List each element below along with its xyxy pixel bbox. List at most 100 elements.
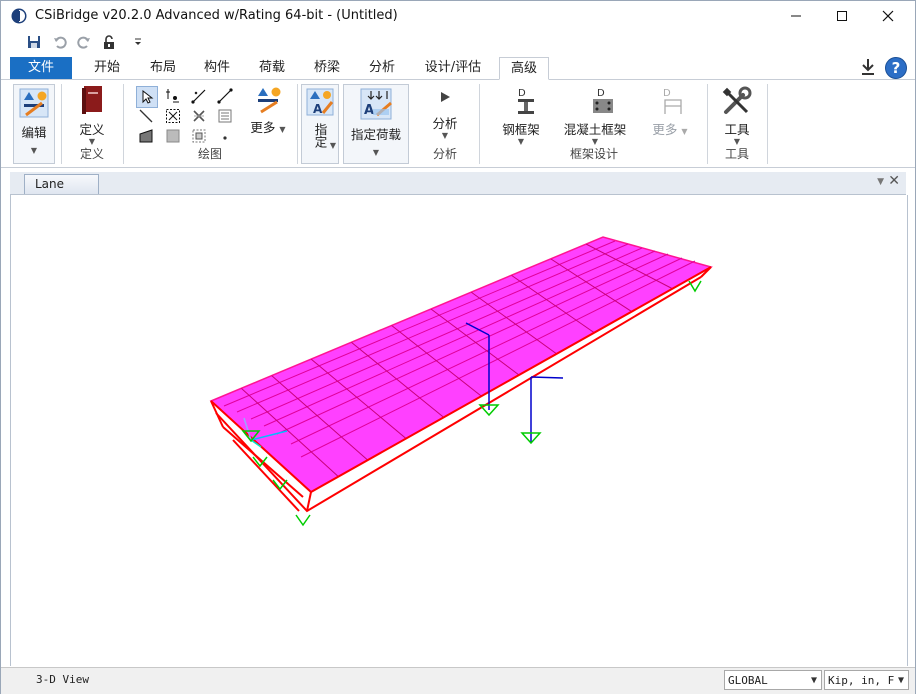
coordinate-system-select[interactable]: GLOBAL ▼ [724, 670, 822, 690]
tab-design-rating[interactable]: 设计/评估 [415, 57, 491, 79]
tab-file[interactable]: 文件 [10, 57, 72, 79]
customize-toolbar-button[interactable] [129, 33, 147, 51]
window-title: CSiBridge v20.2.0 Advanced w/Rating 64-b… [35, 8, 398, 23]
shapes-icon [258, 87, 281, 114]
save-button[interactable] [25, 33, 43, 51]
tab-list-button[interactable]: ▼ [877, 177, 884, 187]
chevron-down-icon: ▼ [372, 148, 380, 157]
chevron-down-icon: ▼ [810, 675, 817, 686]
tab-loads[interactable]: 荷载 [248, 57, 296, 79]
group-draw: 更多 ▼ 绘图 [125, 80, 295, 166]
steel-frame-label: 钢框架 [502, 122, 540, 137]
3d-viewport[interactable] [10, 195, 908, 666]
chevron-down-icon: ▼ [30, 146, 38, 155]
concrete-frame-design-button[interactable]: D 混凝土框架 ▼ [557, 86, 633, 146]
group-edit: 编辑 ▼ [13, 80, 55, 166]
draw-link-button[interactable] [136, 106, 156, 126]
redo-button[interactable] [75, 33, 93, 51]
group-tools: 工具 ▼ 工具 [709, 80, 765, 166]
chevron-down-icon: ▼ [877, 177, 884, 187]
download-button[interactable] [859, 57, 877, 77]
divider [479, 84, 480, 164]
book-icon [82, 86, 102, 114]
svg-text:A: A [313, 102, 323, 116]
download-icon [862, 59, 874, 75]
divider [61, 84, 62, 164]
status-bar: 3-D View GLOBAL ▼ Kip, in, F ▼ [1, 667, 915, 694]
concrete-beam-icon: D [593, 88, 613, 113]
assign-loads-icon: A [360, 88, 392, 120]
undo-button[interactable] [51, 33, 69, 51]
quick-access-toolbar [1, 31, 915, 55]
assign-loads-button[interactable]: A 指定荷载 ▼ [343, 84, 409, 164]
draw-point-button[interactable] [215, 126, 235, 146]
document-tab-bar: Lane ▼ ✕ [10, 172, 906, 195]
group-analyze: 分析 ▼ 分析 [413, 80, 477, 166]
close-document-button[interactable]: ✕ [888, 173, 900, 189]
maximize-button[interactable] [819, 1, 865, 31]
lock-button[interactable] [100, 33, 118, 51]
tools-button[interactable]: 工具 ▼ [713, 86, 761, 146]
group-assign-loads: A 指定荷载 ▼ [341, 80, 411, 166]
deck-surface [209, 236, 713, 493]
tab-bridge[interactable]: 桥梁 [303, 57, 351, 79]
ribbon-tabs: 文件 开始 布局 构件 荷载 桥梁 分析 设计/评估 高级 ? [1, 57, 915, 80]
minimize-button[interactable] [773, 1, 819, 31]
define-label: 定义 [79, 122, 105, 137]
draw-more-label: 更多 [250, 120, 276, 135]
help-button[interactable]: ? [884, 56, 908, 80]
define-button[interactable]: 定义 ▼ [67, 84, 117, 146]
draw-area-button[interactable] [136, 126, 156, 146]
units-value: Kip, in, F [828, 674, 895, 687]
tab-analysis[interactable]: 分析 [358, 57, 406, 79]
draw-more-button[interactable]: 更多 ▼ [245, 84, 291, 136]
frame-design-more-button[interactable]: D 更多 ▼ [643, 86, 697, 138]
draw-joint-button[interactable] [163, 86, 183, 106]
csibridge-logo-icon [11, 8, 27, 24]
chevron-down-icon: ▼ [441, 131, 449, 140]
intersect-button[interactable] [189, 106, 209, 126]
bridge-model-render[interactable] [11, 195, 907, 666]
select-pointer-button[interactable] [136, 86, 158, 108]
group-assign: A 指定 ▼ [299, 80, 339, 166]
analyze-button[interactable]: 分析 ▼ [419, 90, 471, 140]
rubber-band-select-button[interactable] [163, 106, 183, 126]
close-icon: ✕ [888, 173, 900, 189]
group-label-analyze: 分析 [432, 147, 457, 161]
edit-button[interactable]: 编辑 ▼ [13, 84, 55, 164]
frame-outline-icon: D [663, 88, 682, 114]
list-select-button[interactable] [215, 106, 235, 126]
group-frame-design: D 钢框架 ▼ D 混凝土框架 ▼ D 更多 ▼ 框架设计 [481, 80, 707, 166]
chevron-down-icon: ▼ [897, 675, 904, 686]
assign-button[interactable]: A 指定 ▼ [301, 84, 339, 164]
svg-text:?: ? [892, 59, 901, 77]
units-select[interactable]: Kip, in, F ▼ [824, 670, 909, 690]
save-icon [28, 36, 40, 48]
tab-advanced[interactable]: 高级 [499, 57, 549, 80]
close-icon [882, 10, 894, 22]
more-d-marker: D [663, 88, 671, 99]
title-bar: CSiBridge v20.2.0 Advanced w/Rating 64-b… [1, 1, 915, 31]
document-tab-lane[interactable]: Lane [24, 174, 99, 194]
chevron-down-icon: ▼ [681, 127, 688, 136]
analyze-label: 分析 [432, 116, 458, 131]
tab-home[interactable]: 开始 [83, 57, 131, 79]
group-define: 定义 ▼ 定义 [63, 80, 121, 166]
group-label-draw: 绘图 [197, 147, 222, 161]
divider [707, 84, 708, 164]
group-label-frame-design: 框架设计 [569, 147, 618, 161]
minimize-icon [791, 15, 801, 17]
draw-line-button[interactable] [215, 86, 235, 106]
draw-rect-area-button[interactable] [163, 126, 183, 146]
steel-frame-design-button[interactable]: D 钢框架 ▼ [491, 86, 551, 146]
selection-box-icon [166, 109, 180, 123]
help-icon: ? [885, 57, 907, 79]
draw-frame-button[interactable] [189, 86, 209, 106]
tab-components[interactable]: 构件 [193, 57, 241, 79]
quick-draw-area-button[interactable] [189, 126, 209, 146]
tab-layout[interactable]: 布局 [139, 57, 187, 79]
concrete-d-marker: D [597, 88, 605, 99]
close-button[interactable] [865, 1, 911, 31]
ribbon: 编辑 ▼ 定义 ▼ 定义 更多 ▼ 绘图 A 指定 ▼ A 指定荷载 ▼ 分析 … [1, 80, 915, 168]
chevron-down-icon: ▼ [329, 141, 336, 150]
